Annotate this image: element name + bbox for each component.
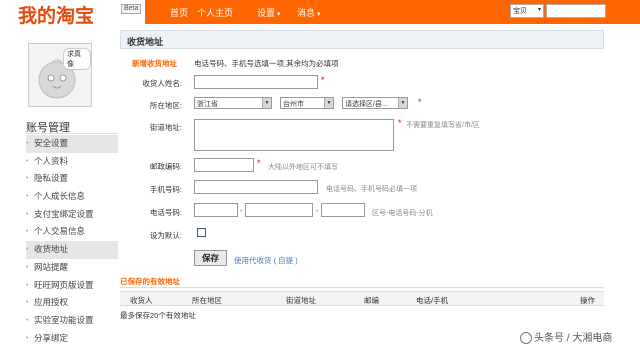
phone-hint: 区号-电话号码-分机 (372, 210, 433, 217)
nav-home[interactable]: 首页 (170, 6, 188, 19)
street-hint: 不需要重复填写省/市/区 (406, 122, 480, 129)
save-button[interactable]: 保存 (194, 250, 227, 266)
mobile-hint: 电话号码、手机号码必填一项 (326, 186, 417, 193)
phone-separator: - (240, 206, 243, 215)
sidebar-menu: 安全设置 个人资料 隐私设置 个人成长信息 支付宝绑定设置 个人交易信息 收货地… (26, 135, 118, 347)
city-select[interactable]: 台州市 ▼ (280, 97, 334, 109)
chevron-down-icon: ▾ (277, 11, 281, 18)
district-select[interactable]: 请选择区/县... ▼ (342, 97, 408, 109)
sidebar-item-security[interactable]: 安全设置 (26, 135, 118, 153)
sidebar-item-trade-info[interactable]: 个人交易信息 (26, 223, 118, 241)
saved-addresses-heading: 已保存的有效地址 (120, 277, 180, 286)
zip-input[interactable] (194, 158, 254, 172)
chevron-down-icon: ▾ (537, 7, 541, 13)
main-panel: 收货地址 新增收货地址 电话号码、手机号选填一项,其余均为必填项 收货人姓名: … (120, 30, 604, 349)
chevron-down-icon: ▾ (317, 11, 321, 18)
region-label: 所在地区: (149, 101, 182, 110)
street-label: 街道地址: (149, 123, 182, 132)
default-checkbox[interactable] (197, 228, 206, 237)
column-header: 操作 (580, 296, 595, 305)
street-address-field[interactable] (194, 119, 394, 151)
extension-input[interactable] (321, 203, 365, 217)
area-code-input[interactable] (194, 203, 238, 217)
new-address-heading: 新增收货地址 (132, 59, 177, 68)
watermark-logo-icon (520, 332, 532, 345)
beta-badge: Beta (121, 4, 142, 14)
sidebar-item-share[interactable]: 分享绑定 (26, 330, 118, 348)
zip-hint: 大陆以外地区可不填写 (268, 164, 338, 171)
column-header: 所在地区 (192, 296, 222, 305)
required-mark: * (321, 75, 325, 85)
search-type-select[interactable]: 宝贝 ▾ (510, 4, 544, 18)
mobile-label: 手机号码: (149, 185, 182, 194)
required-mark: * (398, 118, 402, 128)
column-header: 街道地址 (286, 296, 316, 305)
phone-separator: - (316, 206, 319, 215)
avatar[interactable]: 求真像 (28, 43, 92, 107)
phone-label: 电话号码: (149, 208, 182, 217)
sidebar-item-lab[interactable]: 实验室功能设置 (26, 312, 118, 330)
search-input[interactable] (546, 4, 606, 18)
default-label: 设为默认: (149, 231, 182, 240)
address-table-header: 收货人 所在地区 街道地址 邮编 电话/手机 操作 (120, 291, 604, 306)
nav-settings[interactable]: 设置 ▾ (257, 6, 281, 19)
chevron-down-icon: ▼ (262, 98, 271, 108)
chevron-down-icon: ▼ (398, 98, 407, 108)
chevron-down-icon: ▼ (324, 98, 333, 108)
page-title: 收货地址 (120, 30, 604, 49)
logo[interactable]: 我的淘宝 (18, 1, 94, 28)
sidebar-item-reminders[interactable]: 网站提醒 (26, 259, 118, 277)
name-label: 收货人姓名: (142, 79, 182, 88)
required-mark: * (418, 97, 422, 107)
name-input[interactable] (194, 75, 318, 89)
sidebar-item-privacy[interactable]: 隐私设置 (26, 170, 118, 188)
sidebar-item-address[interactable]: 收货地址 (26, 241, 118, 259)
phone-number-input[interactable] (245, 203, 313, 217)
nav-messages[interactable]: 消息 ▾ (297, 6, 321, 19)
required-mark: * (257, 158, 261, 168)
sidebar: 求真像 账号管理 安全设置 个人资料 隐私设置 个人成长信息 支付宝绑定设置 个… (18, 35, 118, 349)
divider (26, 133, 118, 134)
column-header: 收货人 (130, 296, 153, 305)
sidebar-item-app-auth[interactable]: 应用授权 (26, 294, 118, 312)
column-header: 邮编 (364, 296, 379, 305)
watermark: 头条号 / 大湘电商 (520, 329, 612, 345)
max-address-note: 最多保存20个有效地址 (120, 311, 196, 320)
header: 我的淘宝 Beta 首页 个人主页 设置 ▾ 消息 ▾ 宝贝 ▾ (0, 0, 640, 27)
zip-label: 邮政编码: (149, 162, 182, 171)
nav-profile[interactable]: 个人主页 (197, 6, 233, 19)
divider (120, 287, 604, 288)
form-note: 电话号码、手机号选填一项,其余均为必填项 (194, 59, 339, 68)
sidebar-item-alipay[interactable]: 支付宝绑定设置 (26, 206, 118, 224)
agent-delivery-link[interactable]: 使用代收货 ( 自提 ) (234, 255, 298, 266)
column-header: 电话/手机 (416, 296, 449, 305)
sidebar-item-growth[interactable]: 个人成长信息 (26, 188, 118, 206)
sidebar-item-profile[interactable]: 个人资料 (26, 153, 118, 171)
province-select[interactable]: 浙江省 ▼ (194, 97, 272, 109)
sidebar-item-wangwang[interactable]: 旺旺网页版设置 (26, 277, 118, 295)
mobile-input[interactable] (194, 180, 318, 194)
avatar-badge[interactable]: 求真像 (63, 48, 91, 70)
